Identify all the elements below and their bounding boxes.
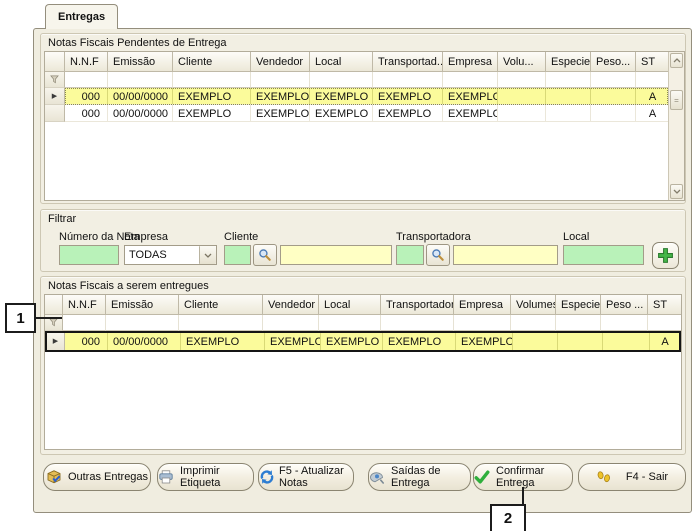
column-header-st[interactable]: ST (636, 52, 668, 72)
pending-grid-filter-row[interactable] (45, 72, 684, 88)
column-header-nnf[interactable]: N.N.F (65, 52, 108, 72)
tab-entregas-label: Entregas (58, 11, 105, 23)
filter-group: Filtrar Número da Nota Empresa TODAS Cli… (40, 209, 686, 272)
numero-da-nota-input[interactable] (59, 245, 119, 265)
row-indicator-header (45, 52, 65, 72)
column-header-transportadora[interactable]: Transportadora (381, 295, 454, 315)
atualizar-notas-button[interactable]: F5 - Atualizar Notas (258, 463, 354, 491)
column-header-st[interactable]: ST (648, 295, 681, 315)
deliver-grid-filter-row[interactable] (45, 315, 681, 331)
chevron-down-icon[interactable] (199, 246, 216, 264)
add-filter-button[interactable] (652, 242, 679, 269)
cliente-name-input[interactable] (280, 245, 392, 265)
column-header-transportadora[interactable]: Transportad... (373, 52, 443, 72)
scroll-up-button[interactable] (670, 53, 683, 68)
callout-1-marker: 1 (5, 303, 36, 333)
package-check-icon (46, 469, 62, 485)
column-header-volumes[interactable]: Volu... (498, 52, 546, 72)
search-icon (258, 248, 272, 262)
scroll-thumb[interactable]: = (670, 90, 683, 110)
column-header-volumes[interactable]: Volumes (511, 295, 556, 315)
footsteps-icon (596, 469, 612, 485)
cliente-label: Cliente (224, 231, 258, 243)
deliver-grid-header: N.N.F Emissão Cliente Vendedor Local Tra… (45, 295, 681, 315)
scroll-down-button[interactable] (670, 184, 683, 199)
pending-grid-scrollbar[interactable]: = (668, 52, 684, 200)
empresa-select[interactable]: TODAS (124, 245, 217, 265)
column-header-emissao[interactable]: Emissão (106, 295, 179, 315)
plus-icon (657, 247, 674, 264)
cliente-search-button[interactable] (253, 244, 277, 266)
tab-entregas[interactable]: Entregas (45, 4, 118, 29)
column-header-local[interactable]: Local (319, 295, 381, 315)
sair-button[interactable]: F4 - Sair (578, 463, 686, 491)
transportadora-label: Transportadora (396, 231, 471, 243)
callout-2-marker: 2 (490, 504, 526, 531)
table-row[interactable]: ▶ 000 00/00/0000 EXEMPLO EXEMPLO EXEMPLO… (45, 331, 681, 352)
empresa-label: Empresa (124, 231, 168, 243)
pending-notes-grid: N.N.F Emissão Cliente Vendedor Local Tra… (44, 51, 685, 201)
column-header-cliente[interactable]: Cliente (179, 295, 263, 315)
transportadora-search-button[interactable] (426, 244, 450, 266)
table-row[interactable]: ▶ 000 00/00/0000 EXEMPLO EXEMPLO EXEMPLO… (45, 88, 684, 105)
outras-entregas-button[interactable]: Outras Entregas (43, 463, 151, 491)
screenshot-canvas: Entregas Notas Fiscais Pendentes de Entr… (0, 0, 700, 531)
column-header-especie[interactable]: Especie (546, 52, 591, 72)
local-label: Local (563, 231, 589, 243)
column-header-emissao[interactable]: Emissão (108, 52, 173, 72)
column-header-empresa[interactable]: Empresa (443, 52, 498, 72)
column-header-peso[interactable]: Peso ... (601, 295, 648, 315)
pending-notes-title: Notas Fiscais Pendentes de Entrega (48, 37, 227, 49)
imprimir-etiqueta-label: Imprimir Etiqueta (180, 465, 253, 489)
row-indicator-header (45, 295, 63, 315)
column-header-nnf[interactable]: N.N.F (63, 295, 106, 315)
cliente-code-input[interactable] (224, 245, 251, 265)
confirmar-entrega-label: Confirmar Entrega (496, 465, 572, 489)
column-header-cliente[interactable]: Cliente (173, 52, 251, 72)
empresa-selected-value: TODAS (125, 249, 199, 261)
column-header-empresa[interactable]: Empresa (454, 295, 511, 315)
search-icon (431, 248, 445, 262)
deliver-notes-title: Notas Fiscais a serem entregues (48, 280, 209, 292)
column-header-vendedor[interactable]: Vendedor (263, 295, 319, 315)
check-icon (474, 469, 490, 485)
deliver-notes-grid: N.N.F Emissão Cliente Vendedor Local Tra… (44, 294, 682, 450)
filter-funnel-icon (45, 72, 65, 88)
pending-grid-header: N.N.F Emissão Cliente Vendedor Local Tra… (45, 52, 684, 72)
transportadora-name-input[interactable] (453, 245, 558, 265)
atualizar-notas-label: F5 - Atualizar Notas (279, 465, 353, 489)
column-header-vendedor[interactable]: Vendedor (251, 52, 310, 72)
callout-1-line (35, 317, 62, 319)
callout-2-line (522, 487, 524, 505)
sair-label: F4 - Sair (626, 471, 668, 483)
local-input[interactable] (563, 245, 644, 265)
active-row-indicator: ▶ (45, 88, 65, 105)
table-row[interactable]: 000 00/00/0000 EXEMPLO EXEMPLO EXEMPLO E… (45, 105, 684, 122)
printer-icon (158, 469, 174, 485)
refresh-icon (259, 469, 275, 485)
saidas-entrega-label: Saídas de Entrega (391, 465, 470, 489)
transportadora-code-input[interactable] (396, 245, 424, 265)
column-header-peso[interactable]: Peso... (591, 52, 636, 72)
megaphone-icon (369, 469, 385, 485)
filter-group-title: Filtrar (48, 213, 76, 225)
imprimir-etiqueta-button[interactable]: Imprimir Etiqueta (157, 463, 254, 491)
active-row-indicator: ▶ (47, 333, 65, 350)
saidas-entrega-button[interactable]: Saídas de Entrega (368, 463, 471, 491)
column-header-local[interactable]: Local (310, 52, 373, 72)
outras-entregas-label: Outras Entregas (68, 471, 148, 483)
column-header-especie[interactable]: Especie (556, 295, 601, 315)
